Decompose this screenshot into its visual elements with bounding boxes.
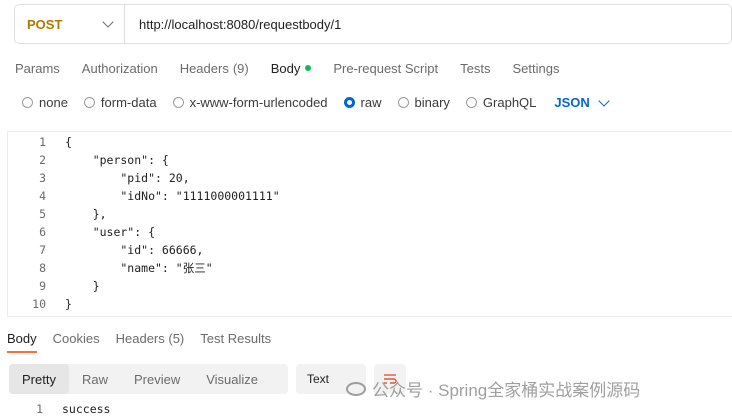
response-tab-headers[interactable]: Headers (5)	[116, 331, 185, 346]
wrap-lines-button[interactable]	[374, 364, 406, 394]
radio-form-data[interactable]: form-data	[83, 95, 157, 110]
radio-label: x-www-form-urlencoded	[189, 95, 328, 110]
tab-label: Cookies	[52, 331, 100, 346]
radio-raw[interactable]: raw	[343, 95, 382, 110]
tab-tests[interactable]: Tests	[460, 58, 490, 78]
radio-graphql[interactable]: GraphQL	[465, 95, 537, 110]
tab-label: Authorization	[81, 60, 158, 76]
editor-line: 10}	[8, 295, 72, 313]
editor-line: 6 "user": {	[8, 223, 155, 241]
radio-circle-icon	[397, 97, 409, 108]
radio-label: binary	[414, 95, 450, 110]
line-number: 2	[39, 153, 46, 167]
view-raw-button[interactable]: Raw	[69, 364, 121, 394]
wrap-icon	[384, 374, 397, 384]
radio-binary[interactable]: binary	[397, 95, 450, 110]
editor-line: 5 },	[8, 205, 107, 223]
tab-label: Pre-request Script	[333, 60, 439, 76]
line-code: "person": {	[65, 153, 169, 167]
tab-headers[interactable]: Headers (9)	[180, 58, 249, 78]
format-label: Text	[307, 372, 330, 386]
radio-selected-icon	[343, 97, 355, 108]
active-tab-underline	[7, 351, 37, 353]
line-number: 4	[39, 189, 46, 203]
view-pretty-button[interactable]: Pretty	[9, 364, 69, 394]
line-code: "id": 66666,	[65, 243, 204, 257]
line-number: 7	[39, 243, 46, 257]
radio-label: GraphQL	[482, 95, 537, 110]
editor-line: 1{	[8, 133, 72, 151]
radio-circle-icon	[465, 97, 477, 108]
view-preview-button[interactable]: Preview	[121, 364, 193, 394]
line-code: }	[65, 279, 100, 293]
line-number: 5	[39, 207, 46, 221]
response-line: 1 success	[7, 400, 110, 418]
line-code: success	[62, 402, 111, 416]
tab-body[interactable]: Body	[271, 58, 312, 78]
radio-label: form-data	[100, 95, 157, 110]
tab-authorization[interactable]: Authorization	[82, 58, 158, 78]
watermark-text: 公众号 · Spring全家桶实战案例源码	[372, 381, 641, 400]
tab-label: Body	[270, 60, 301, 76]
editor-line: 8 "name": "张三"	[8, 259, 213, 277]
tab-settings[interactable]: Settings	[512, 58, 559, 78]
tab-label: Settings	[512, 60, 560, 76]
active-dot-icon	[305, 65, 312, 71]
editor-line: 4 "idNo": "1111000001111"	[8, 187, 280, 205]
format-dropdown[interactable]: JSON	[554, 94, 610, 110]
tab-label: Test Results	[200, 331, 272, 346]
radio-urlencoded[interactable]: x-www-form-urlencoded	[172, 95, 328, 110]
body-type-options: none form-data x-www-form-urlencoded raw…	[22, 94, 610, 110]
line-code: {	[65, 135, 72, 149]
request-tabs: Params Authorization Headers (9) Body Pre…	[15, 58, 581, 78]
editor-line: 3 "pid": 20,	[8, 169, 190, 187]
line-code: "name": "张三"	[65, 261, 213, 275]
editor-line: 7 "id": 66666,	[8, 241, 203, 259]
line-code: "user": {	[65, 225, 156, 239]
tab-label: Headers	[115, 331, 165, 346]
line-number: 8	[39, 261, 46, 275]
url-input[interactable]: http://localhost:8080/requestbody/1	[125, 17, 731, 32]
view-visualize-button[interactable]: Visualize	[193, 364, 271, 394]
tab-count: (5)	[168, 331, 185, 346]
line-code: }	[65, 297, 72, 311]
line-number: 1	[39, 135, 46, 149]
response-tab-test-results[interactable]: Test Results	[200, 331, 271, 346]
tab-params[interactable]: Params	[15, 58, 60, 78]
response-tab-body[interactable]: Body	[7, 331, 37, 346]
radio-circle-icon	[172, 97, 184, 108]
chevron-down-icon	[102, 16, 114, 28]
radio-label: none	[39, 95, 68, 110]
view-mode-group: Pretty Raw Preview Visualize	[9, 364, 288, 394]
method-dropdown[interactable]: POST	[15, 5, 125, 43]
method-label: POST	[27, 16, 63, 32]
line-number: 9	[39, 279, 46, 293]
tab-label: Params	[15, 60, 60, 76]
radio-none[interactable]: none	[22, 95, 68, 110]
tab-label: Body	[7, 331, 37, 346]
request-bar: POST http://localhost:8080/requestbody/1	[14, 4, 732, 44]
line-number: 6	[39, 225, 46, 239]
response-tab-cookies[interactable]: Cookies	[53, 331, 100, 346]
line-number: 10	[32, 297, 46, 311]
editor-line: 9 }	[8, 277, 100, 295]
radio-label: raw	[360, 95, 382, 110]
editor-line: 2 "person": {	[8, 151, 169, 169]
line-number: 3	[39, 171, 46, 185]
chevron-down-icon	[598, 94, 610, 107]
response-format-dropdown[interactable]: Text	[296, 364, 366, 394]
radio-circle-icon	[83, 97, 95, 108]
response-tabs: Body Cookies Headers (5) Test Results	[7, 331, 287, 346]
format-label: JSON	[554, 95, 590, 110]
tab-count: (9)	[232, 60, 249, 76]
line-code: "pid": 20,	[65, 171, 190, 185]
tab-label: Tests	[460, 60, 491, 76]
tab-label: Headers	[179, 60, 229, 76]
line-code: },	[65, 207, 107, 221]
code-editor[interactable]: 1{ 2 "person": { 3 "pid": 20, 4 "idNo": …	[7, 131, 732, 317]
tab-pre-request-script[interactable]: Pre-request Script	[333, 58, 438, 78]
line-number: 1	[36, 402, 43, 416]
radio-circle-icon	[22, 97, 33, 108]
line-code: "idNo": "1111000001111"	[65, 189, 280, 203]
